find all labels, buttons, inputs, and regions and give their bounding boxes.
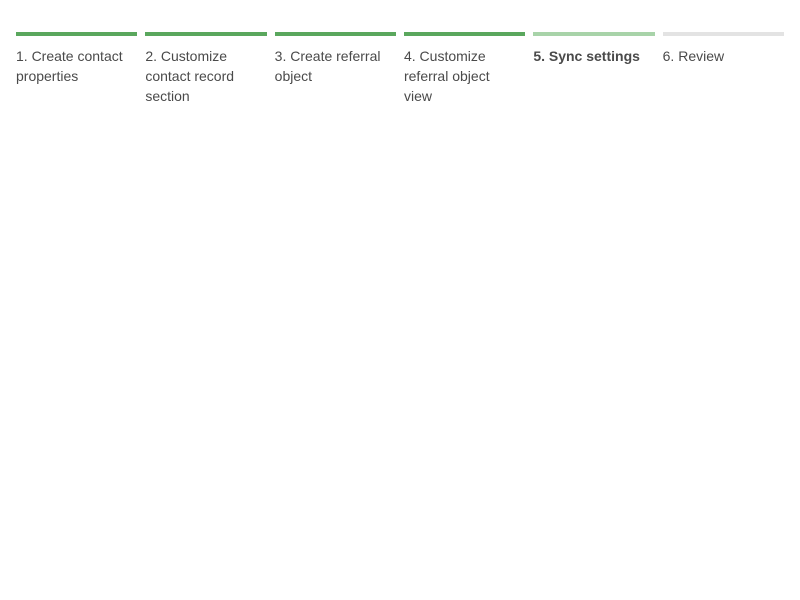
- step-progress-bar: [403, 32, 526, 36]
- step-progress-bar: [533, 32, 655, 36]
- step-progress-bar: [145, 32, 267, 36]
- progress-stepper: 1. Create contact properties 2. Customiz…: [16, 32, 784, 106]
- step-label: 5. Sync settings: [533, 48, 640, 64]
- step-sync-settings[interactable]: 5. Sync settings: [533, 32, 655, 106]
- step-customize-referral-object-view[interactable]: 4. Customize referral object view: [403, 32, 526, 106]
- step-label: 3. Create referral object: [274, 48, 381, 84]
- step-progress-bar: [274, 32, 396, 36]
- step-label: 1. Create contact properties: [16, 48, 123, 84]
- step-create-referral-object[interactable]: 3. Create referral object: [274, 32, 396, 106]
- step-label: 4. Customize referral object view: [403, 48, 490, 104]
- step-progress-bar: [16, 32, 138, 36]
- step-customize-contact-record-section[interactable]: 2. Customize contact record section: [145, 32, 267, 106]
- step-progress-bar: [662, 32, 784, 36]
- step-label: 2. Customize contact record section: [145, 48, 235, 104]
- step-create-contact-properties[interactable]: 1. Create contact properties: [16, 32, 138, 106]
- step-label: 6. Review: [662, 48, 725, 64]
- step-review[interactable]: 6. Review: [662, 32, 784, 106]
